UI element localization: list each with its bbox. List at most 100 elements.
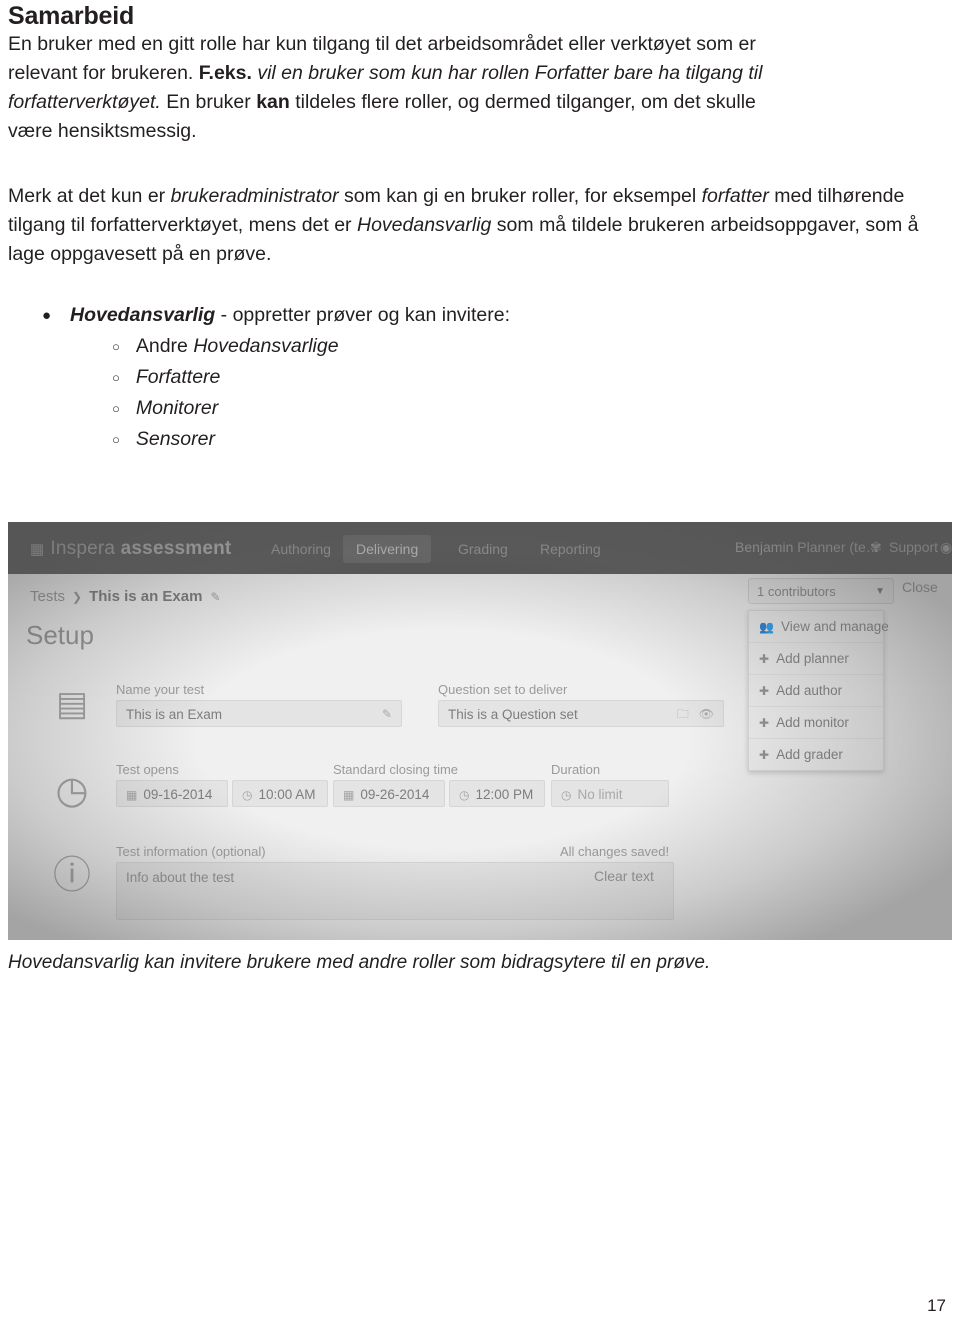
- gear-icon[interactable]: ✾: [870, 539, 882, 556]
- breadcrumb: Tests ❯ This is an Exam ✎: [30, 588, 221, 605]
- p1-line3-c: kan: [256, 91, 290, 113]
- tab-delivering[interactable]: Delivering: [343, 535, 432, 563]
- test-opens-date-value: 09-16-2014: [143, 787, 213, 802]
- sub-label: Hovedansvarlige: [193, 335, 339, 357]
- closing-date-input[interactable]: ▦ 09-26-2014: [333, 780, 445, 807]
- paragraph-1: En bruker med en gitt rolle har kun tilg…: [8, 30, 952, 146]
- eye-icon[interactable]: 👁: [699, 701, 714, 726]
- user-menu[interactable]: Benjamin Planner (te…: [735, 539, 880, 555]
- test-opens-date-input[interactable]: ▦ 09-16-2014: [116, 780, 228, 807]
- menu-item-label: Add author: [776, 683, 843, 698]
- breadcrumb-separator-icon: ❯: [72, 590, 83, 604]
- bullet-desc: - oppretter prøver og kan invitere:: [215, 304, 511, 326]
- sub-item-label: Sensorer: [136, 424, 215, 455]
- duration-input[interactable]: ◷ No limit: [551, 780, 669, 807]
- menu-item-label: Add grader: [776, 747, 843, 762]
- sub-label: Forfattere: [135, 366, 221, 388]
- test-information-textarea[interactable]: Info about the test: [116, 862, 674, 920]
- clock-icon: ◷: [459, 788, 470, 802]
- p1-line4: være hensiktsmessig.: [8, 120, 197, 142]
- brand-name-light: Inspera: [50, 538, 116, 559]
- test-name-input[interactable]: ✎ This is an Exam: [116, 700, 402, 727]
- sub-item-label: Monitorer: [136, 393, 218, 424]
- standard-closing-label: Standard closing time: [333, 762, 459, 777]
- sub-item-label: Forfattere: [136, 362, 221, 393]
- users-icon: 👥: [759, 620, 774, 634]
- calendar-icon: ▦: [343, 788, 355, 802]
- chevron-down-icon: ▼: [875, 586, 885, 597]
- p1-line2-c: vil en bruker som kun har rollen: [257, 62, 530, 84]
- list-item: ○ Monitorer: [8, 393, 952, 424]
- document-page: Samarbeid En bruker med en gitt rolle ha…: [0, 0, 960, 1332]
- sub-item-label: Andre Hovedansvarlige: [136, 331, 339, 362]
- p1-line3-d: tildeles flere roller, og dermed tilgang…: [295, 91, 756, 113]
- question-set-input[interactable]: 👁 🗀 This is a Question set: [438, 700, 724, 727]
- test-information-value: Info about the test: [126, 870, 235, 885]
- app-brand: ▦ Inspera assessment: [30, 538, 231, 560]
- tab-reporting[interactable]: Reporting: [527, 535, 614, 563]
- menu-item-add-grader[interactable]: ✚ Add grader: [749, 739, 883, 770]
- question-set-value: This is a Question set: [448, 707, 578, 722]
- name-your-test-label: Name your test: [116, 682, 205, 697]
- duration-label: Duration: [551, 762, 601, 777]
- duration-value: No limit: [577, 787, 623, 802]
- menu-item-view-and-manage[interactable]: 👥 View and manage: [749, 611, 889, 643]
- breadcrumb-root[interactable]: Tests: [30, 588, 65, 605]
- p1-line2-e: bare ha tilgang til: [613, 62, 763, 84]
- closing-time-input[interactable]: ◷ 12:00 PM: [449, 780, 545, 807]
- question-set-label: Question set to deliver: [438, 682, 568, 697]
- sub-label: Monitorer: [135, 397, 219, 419]
- closing-date-value: 09-26-2014: [360, 787, 430, 802]
- p1-line3-b: En bruker: [166, 91, 251, 113]
- contributors-menu: 👥 View and manage ✚ Add planner ✚ Add autho…: [748, 610, 889, 771]
- bullet-circle-icon: ○: [112, 370, 120, 385]
- menu-item-label: View and manage: [780, 619, 889, 634]
- p1-line2-a: relevant for brukeren.: [8, 62, 194, 84]
- p2-a: Merk at det kun er: [8, 185, 171, 207]
- menu-item-add-planner[interactable]: ✚ Add planner: [749, 643, 883, 675]
- p2-c: som kan gi en bruker roller, for eksempe…: [338, 185, 702, 207]
- clock-icon: ◷: [561, 788, 572, 802]
- contributors-select[interactable]: ▼ 1 contributors: [748, 578, 894, 604]
- menu-item-add-author[interactable]: ✚ Add author: [749, 675, 883, 707]
- plus-icon: ✚: [759, 652, 770, 666]
- question-circle-icon[interactable]: ◉: [940, 539, 952, 556]
- test-opens-time-input[interactable]: ◷ 10:00 AM: [232, 780, 328, 807]
- p1-line2-d: Forfatter: [534, 62, 609, 84]
- menu-item-add-monitor[interactable]: ✚ Add monitor: [749, 707, 883, 739]
- closing-time-value: 12:00 PM: [475, 787, 534, 802]
- bullet-label: Hovedansvarlig - oppretter prøver og kan…: [70, 300, 510, 331]
- contributors-select-value: 1 contributors: [757, 584, 836, 599]
- plus-icon: ✚: [759, 748, 770, 762]
- page-number: 17: [927, 1296, 946, 1315]
- test-information-label: Test information (optional): [116, 844, 266, 859]
- bullet-dot-icon: ●: [42, 307, 52, 324]
- bullet-circle-icon: ○: [112, 432, 120, 447]
- plus-icon: ✚: [759, 684, 770, 698]
- test-opens-time-value: 10:00 AM: [258, 787, 316, 802]
- support-link[interactable]: Support: [889, 539, 938, 555]
- clear-text-button[interactable]: Clear text: [594, 868, 654, 884]
- role-bullet-list: ● Hovedansvarlig - oppretter prøver og k…: [8, 300, 952, 455]
- brand-name-bold: assessment: [120, 538, 232, 559]
- folder-icon[interactable]: 🗀: [677, 701, 689, 726]
- pencil-icon[interactable]: ✎: [382, 701, 392, 726]
- tab-authoring[interactable]: Authoring: [258, 535, 344, 563]
- p1-line3-a: forfatterverktøyet.: [8, 91, 161, 113]
- document-icon: ▤: [55, 685, 89, 723]
- bullet-role: Hovedansvarlig: [70, 304, 216, 326]
- sub-label: Sensorer: [135, 428, 215, 450]
- p2-d: forfatter: [701, 185, 769, 207]
- plus-icon: ✚: [759, 716, 770, 730]
- list-item: ○ Andre Hovedansvarlige: [8, 331, 952, 362]
- menu-item-label: Add monitor: [776, 715, 849, 730]
- paragraph-2: Merk at det kun er brukeradministrator s…: [8, 182, 952, 269]
- bullet-circle-icon: ○: [112, 401, 120, 416]
- p2-b: brukeradministrator: [170, 185, 339, 207]
- pencil-icon[interactable]: ✎: [210, 590, 220, 604]
- close-button[interactable]: Close: [902, 579, 938, 595]
- list-item: ○ Sensorer: [8, 424, 952, 455]
- tab-grading[interactable]: Grading: [445, 535, 521, 563]
- menu-item-label: Add planner: [776, 651, 849, 666]
- clock-circle-icon: ◷: [55, 770, 89, 812]
